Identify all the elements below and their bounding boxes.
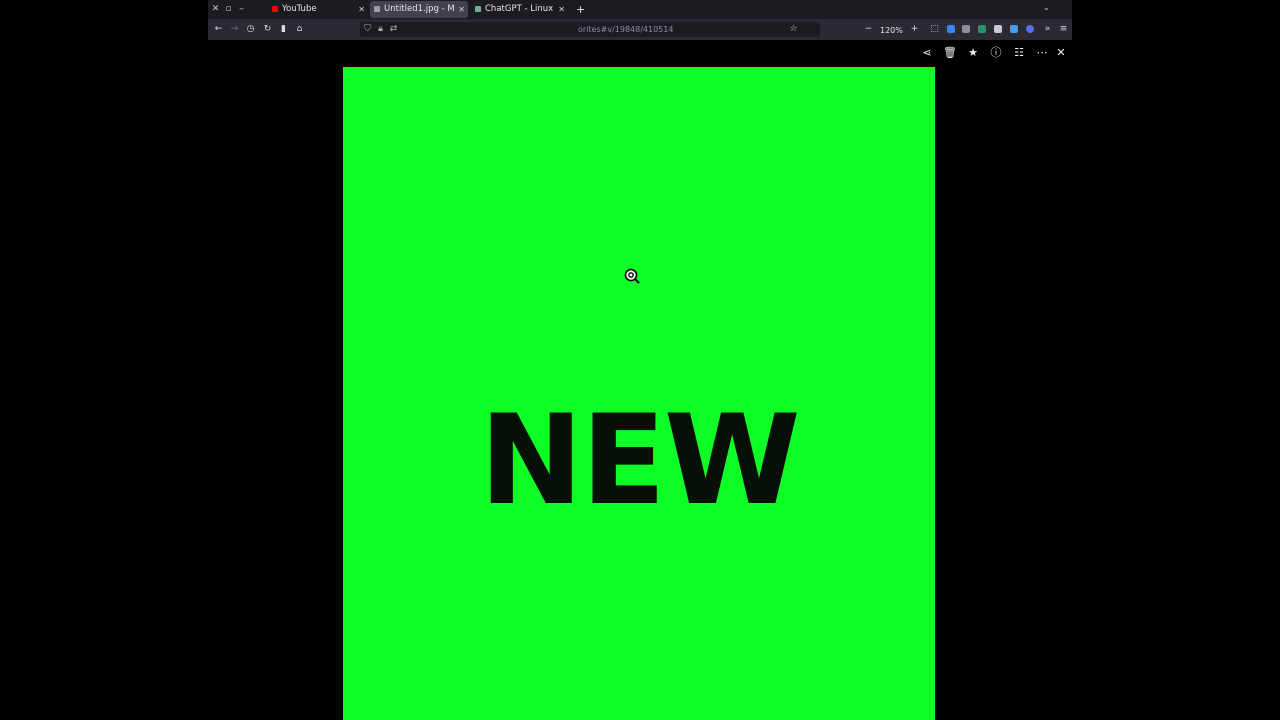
- extension-puzzle-icon[interactable]: ⬚: [929, 24, 940, 35]
- downloads-folder-icon[interactable]: ▮: [278, 24, 289, 35]
- image-favicon-icon: [374, 6, 380, 12]
- more-icon[interactable]: ⋯: [1034, 45, 1050, 61]
- tab-title: Untitled1.jpg - Mer: [384, 4, 454, 14]
- photo-image[interactable]: NEW: [343, 67, 935, 720]
- bookmark-star-icon[interactable]: ☆: [788, 24, 799, 35]
- tab-bar: ✕ ▫ – YouTube ✕ Untitled1.jpg - Mer ✕ Ch…: [208, 0, 1072, 19]
- adjust-icon[interactable]: ☷: [1011, 45, 1027, 61]
- chatgpt-favicon-icon: [475, 6, 481, 12]
- tab-close-icon[interactable]: ✕: [458, 1, 465, 18]
- zoom-level[interactable]: 120%: [880, 25, 903, 36]
- zoom-in-cursor-icon: [624, 268, 640, 284]
- overflow-chevrons-icon[interactable]: »: [1042, 24, 1053, 35]
- share-icon[interactable]: ⋖: [919, 45, 935, 61]
- history-icon[interactable]: ◷: [245, 24, 256, 35]
- photo-text: NEW: [479, 389, 800, 533]
- tab-title: YouTube: [282, 4, 317, 14]
- window-maximize-icon[interactable]: ▫: [223, 4, 234, 15]
- tab-title: ChatGPT - Linux Gu: [485, 4, 554, 14]
- lock-icon[interactable]: 🔒︎: [375, 24, 386, 35]
- extension-blue-icon[interactable]: [1010, 25, 1018, 33]
- tab-close-icon[interactable]: ✕: [558, 1, 565, 18]
- tracking-shield-icon[interactable]: ⛉: [362, 24, 373, 35]
- navigation-bar: ← → ◷ ↻ ▮ ⌂ ⛉ 🔒︎ ⇄ orites#v/19848/410514…: [208, 19, 1072, 40]
- new-tab-plus-icon[interactable]: +: [576, 3, 585, 16]
- zoom-in-icon[interactable]: +: [909, 24, 920, 35]
- viewer-toolbar: ⋖ 🗑︎ ★ ⓘ ☷ ⋯ ✕: [0, 45, 1280, 61]
- star-icon[interactable]: ★: [965, 45, 981, 61]
- hamburger-menu-icon[interactable]: ≡: [1058, 24, 1069, 35]
- list-all-tabs-chevron-down-icon[interactable]: ⌄: [1043, 3, 1050, 12]
- browser-window: ✕ ▫ – YouTube ✕ Untitled1.jpg - Mer ✕ Ch…: [208, 0, 1072, 40]
- extension-shield-gray-icon[interactable]: [962, 25, 970, 33]
- close-icon[interactable]: ✕: [1053, 45, 1069, 61]
- url-bar[interactable]: ⛉ 🔒︎ ⇄ orites#v/19848/410514 ☆: [360, 22, 820, 37]
- home-icon[interactable]: ⌂: [294, 24, 305, 35]
- tab-untitled1[interactable]: Untitled1.jpg - Mer ✕: [370, 1, 468, 18]
- back-arrow-icon[interactable]: ←: [213, 24, 224, 35]
- reload-icon[interactable]: ↻: [262, 24, 273, 35]
- tab-close-icon[interactable]: ✕: [358, 1, 365, 18]
- tab-chatgpt[interactable]: ChatGPT - Linux Gu ✕: [471, 1, 568, 18]
- tab-youtube[interactable]: YouTube ✕: [268, 1, 368, 18]
- url-text: orites#v/19848/410514: [578, 25, 674, 34]
- window-close-icon[interactable]: ✕: [210, 4, 221, 15]
- info-icon[interactable]: ⓘ: [988, 45, 1004, 61]
- window-minimize-icon[interactable]: –: [236, 4, 247, 15]
- extension-screen-icon[interactable]: [994, 25, 1002, 33]
- zoom-out-icon[interactable]: −: [863, 24, 874, 35]
- youtube-favicon-icon: [272, 6, 278, 12]
- trash-icon[interactable]: 🗑︎: [942, 45, 958, 61]
- extension-green-icon[interactable]: [978, 25, 986, 33]
- forward-arrow-icon[interactable]: →: [229, 24, 240, 35]
- extension-globe-icon[interactable]: [1026, 25, 1034, 33]
- permissions-icon[interactable]: ⇄: [388, 24, 399, 35]
- extension-shield-icon[interactable]: [947, 25, 955, 33]
